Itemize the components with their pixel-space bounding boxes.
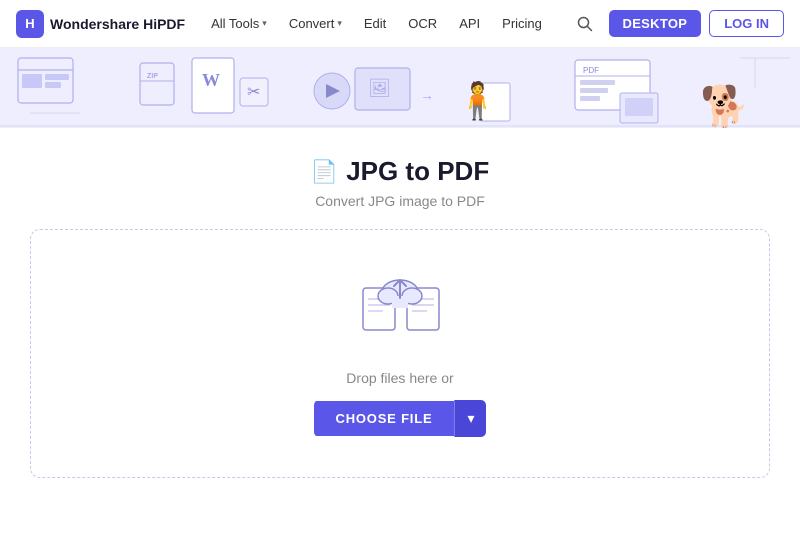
logo-block[interactable]: H Wondershare HiPDF xyxy=(16,10,185,38)
chevron-down-icon: ▾ xyxy=(467,410,474,426)
svg-text:🐕: 🐕 xyxy=(700,83,750,128)
logo-text: Wondershare HiPDF xyxy=(50,16,185,32)
banner: ZIP W ✂ 🖼 → 🧍 PDF 🐕 xyxy=(0,48,800,128)
upload-icon xyxy=(355,270,445,345)
svg-text:PDF: PDF xyxy=(583,66,599,75)
navbar: H Wondershare HiPDF All Tools ▾ Convert … xyxy=(0,0,800,48)
nav-all-tools[interactable]: All Tools ▾ xyxy=(201,12,277,35)
svg-text:✂: ✂ xyxy=(247,84,260,101)
choose-file-dropdown-button[interactable]: ▾ xyxy=(454,400,486,437)
svg-text:→: → xyxy=(420,87,434,103)
nav-api[interactable]: API xyxy=(449,12,490,35)
page-title: JPG to PDF xyxy=(346,156,489,187)
choose-file-button[interactable]: CHOOSE FILE xyxy=(314,401,455,436)
choose-file-group: CHOOSE FILE ▾ xyxy=(314,400,487,437)
page-subtitle: Convert JPG image to PDF xyxy=(315,193,485,209)
svg-text:🧍: 🧍 xyxy=(455,80,500,121)
all-tools-arrow-icon: ▾ xyxy=(262,18,267,29)
dropzone[interactable]: Drop files here or CHOOSE FILE ▾ xyxy=(30,229,770,478)
title-row: 📄 JPG to PDF xyxy=(311,156,489,187)
nav-convert[interactable]: Convert ▾ xyxy=(279,12,352,35)
logo-icon: H xyxy=(16,10,44,38)
banner-illustration: ZIP W ✂ 🖼 → 🧍 PDF 🐕 xyxy=(0,48,800,128)
main-content: 📄 JPG to PDF Convert JPG image to PDF xyxy=(0,128,800,478)
nav-ocr[interactable]: OCR xyxy=(398,12,447,35)
document-icon: 📄 xyxy=(311,159,338,185)
search-button[interactable] xyxy=(569,8,601,40)
drop-text: Drop files here or xyxy=(346,370,453,386)
svg-text:🖼: 🖼 xyxy=(368,78,391,98)
desktop-button[interactable]: DESKTOP xyxy=(609,10,702,37)
login-button[interactable]: LOG IN xyxy=(709,10,784,37)
svg-text:ZIP: ZIP xyxy=(147,73,158,80)
upload-illustration xyxy=(355,270,445,350)
search-icon xyxy=(577,16,593,32)
convert-arrow-icon: ▾ xyxy=(337,18,342,29)
svg-text:W: W xyxy=(202,70,220,90)
nav-edit[interactable]: Edit xyxy=(354,12,396,35)
nav-items: All Tools ▾ Convert ▾ Edit OCR API Prici… xyxy=(201,12,552,35)
nav-pricing[interactable]: Pricing xyxy=(492,12,552,35)
